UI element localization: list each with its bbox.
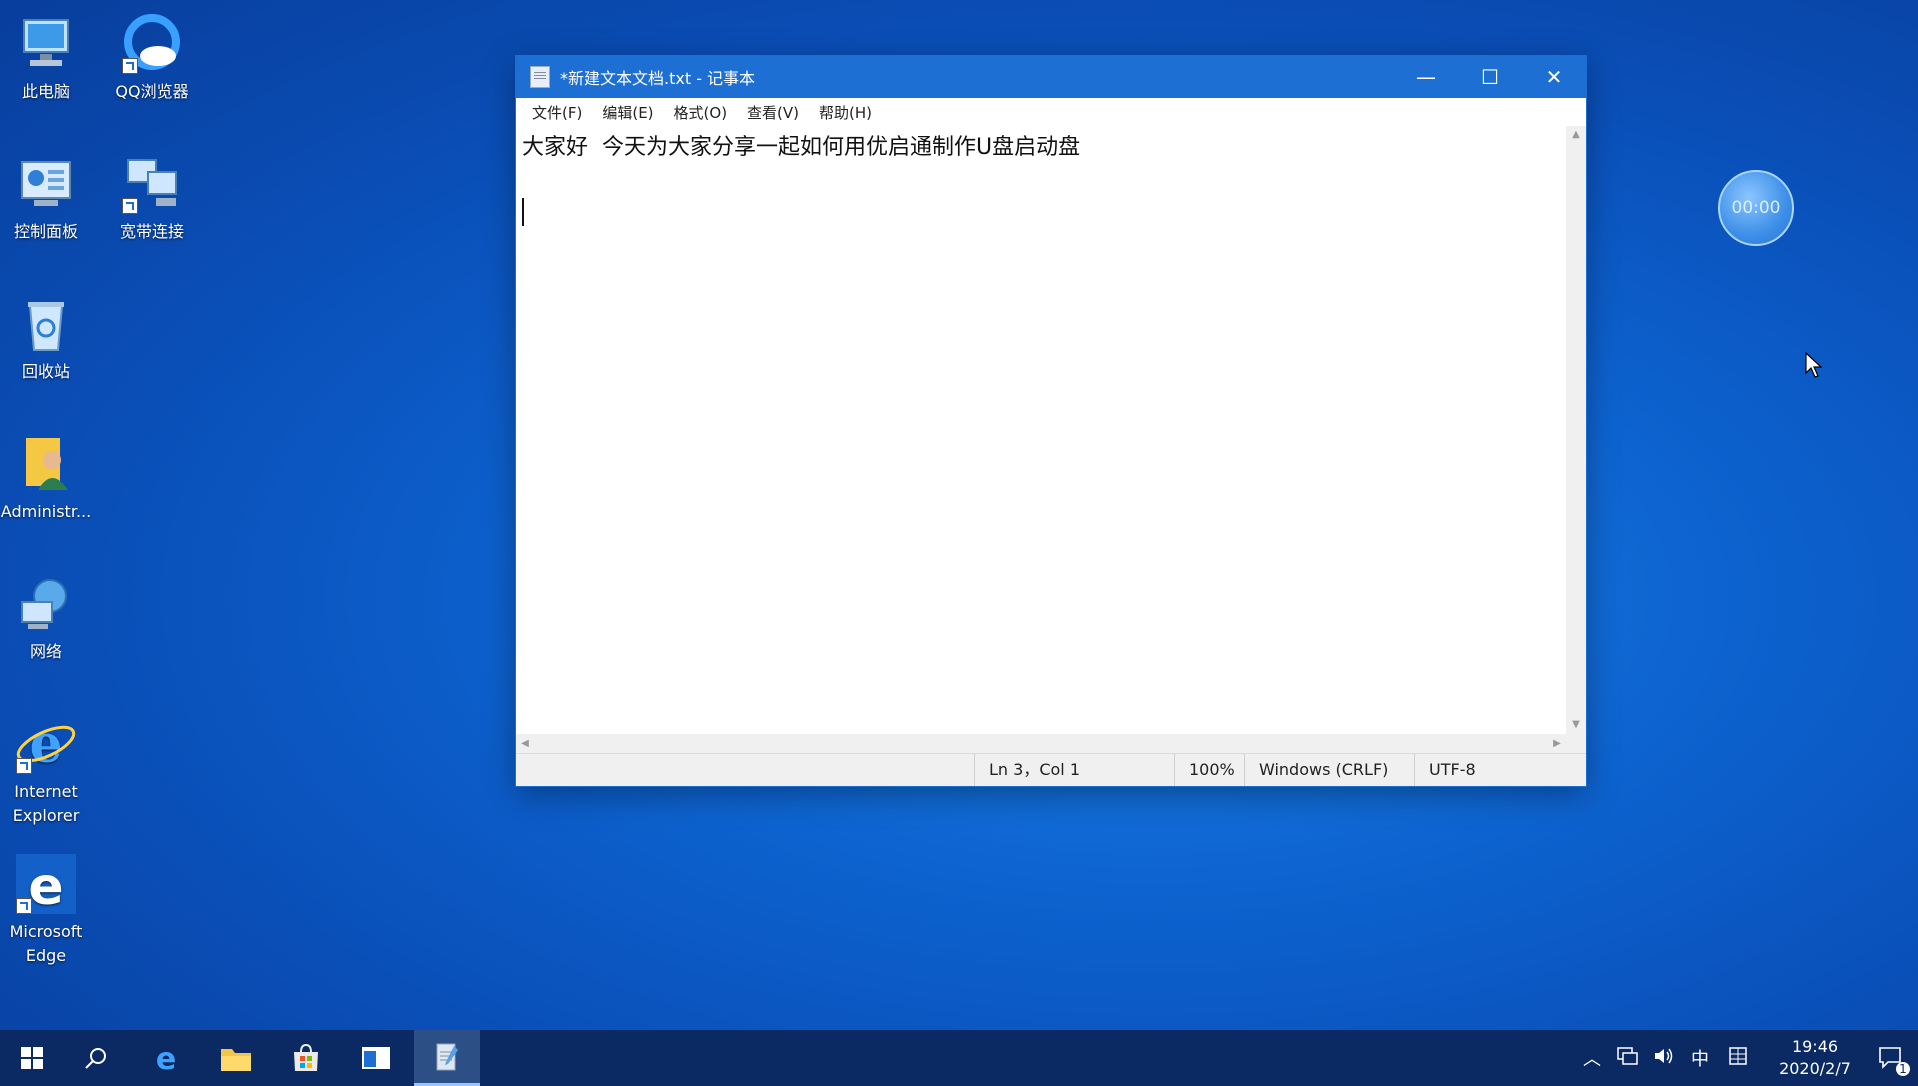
tray-network-icon[interactable] [1610, 1046, 1646, 1071]
maximize-button[interactable]: ☐ [1458, 56, 1522, 98]
status-line-ending: Windows (CRLF) [1244, 754, 1409, 786]
shortcut-arrow-icon [16, 758, 32, 774]
taskbar-store[interactable] [274, 1030, 338, 1086]
network-icon [14, 572, 78, 636]
notepad-icon [530, 66, 550, 88]
start-button[interactable] [0, 1030, 64, 1086]
search-icon [85, 1048, 106, 1069]
title-bar[interactable]: *新建文本文档.txt - 记事本 — ☐ ✕ [516, 56, 1586, 98]
timer-widget[interactable]: 00:00 [1718, 170, 1794, 246]
desktop-icon-network[interactable]: 网络 [0, 572, 96, 664]
minimize-button[interactable]: — [1394, 56, 1458, 98]
desktop-icon-recycle-bin[interactable]: 回收站 [0, 292, 96, 384]
taskbar-edge[interactable]: e [134, 1030, 198, 1086]
desktop-icon-label: Microsoft Edge [9, 922, 83, 965]
scroll-up-arrow-icon[interactable]: ▲ [1566, 126, 1586, 144]
edge-icon: e [14, 852, 78, 917]
clock-time: 19:46 [1791, 1037, 1839, 1056]
svg-text:e: e [29, 714, 62, 775]
close-button[interactable]: ✕ [1522, 56, 1586, 98]
window-app-icon [362, 1047, 390, 1069]
tray-keyboard-icon[interactable] [1718, 1046, 1758, 1071]
scroll-down-arrow-icon[interactable]: ▼ [1566, 716, 1586, 734]
svg-text:e: e [156, 1043, 176, 1073]
text-caret [522, 198, 524, 226]
text-editor[interactable]: 大家好 今天为大家分享一起如何用优启通制作U盘启动盘 [516, 126, 1566, 734]
menu-view[interactable]: 查看(V) [737, 102, 809, 123]
vertical-scrollbar[interactable]: ▲ ▼ [1566, 126, 1586, 734]
scrollbar-corner [1566, 734, 1586, 754]
windows-logo-icon [21, 1047, 43, 1069]
mouse-cursor-icon [1805, 351, 1823, 382]
status-cursor-position: Ln 3，Col 1 [974, 754, 1169, 786]
desktop-icon-internet-explorer[interactable]: e Internet Explorer [0, 712, 96, 828]
desktop-icon-qq-browser[interactable]: QQ浏览器 [102, 12, 202, 104]
menu-file[interactable]: 文件(F) [522, 102, 592, 123]
taskbar: e ︿ 中 19:46 2020/2/7 1 [0, 1030, 1918, 1086]
action-center-button[interactable]: 1 [1864, 1030, 1918, 1086]
tray-ime-indicator[interactable]: 中 [1682, 1045, 1718, 1071]
shortcut-arrow-icon [16, 898, 32, 914]
menu-format[interactable]: 格式(O) [664, 102, 738, 123]
tray-chevron-up-icon[interactable]: ︿ [1574, 1045, 1610, 1071]
menu-edit[interactable]: 编辑(E) [592, 102, 663, 123]
scroll-left-arrow-icon[interactable]: ◀ [516, 734, 534, 754]
desktop-icon-broadband[interactable]: 宽带连接 [102, 152, 202, 244]
computer-icon [14, 12, 78, 76]
qq-browser-icon [120, 12, 184, 76]
taskbar-clock[interactable]: 19:46 2020/2/7 [1770, 1036, 1860, 1080]
desktop-icon-label: 此电脑 [21, 82, 70, 101]
desktop-icon-administrator[interactable]: Administr... [0, 432, 96, 524]
status-encoding: UTF-8 [1414, 754, 1579, 786]
shortcut-arrow-icon [122, 198, 138, 214]
desktop-icon-label: QQ浏览器 [115, 82, 189, 101]
network-connection-icon [120, 152, 184, 216]
taskbar-file-explorer[interactable] [204, 1030, 268, 1086]
store-icon [294, 1043, 318, 1071]
internet-explorer-icon: e [14, 712, 78, 776]
notification-count: 1 [1896, 1062, 1910, 1076]
shortcut-arrow-icon [122, 58, 138, 74]
scroll-right-arrow-icon[interactable]: ▶ [1548, 734, 1566, 754]
menu-bar: 文件(F) 编辑(E) 格式(O) 查看(V) 帮助(H) [516, 98, 1586, 126]
folder-icon [221, 1049, 251, 1071]
desktop-icon-this-pc[interactable]: 此电脑 [0, 12, 96, 104]
desktop-icon-microsoft-edge[interactable]: e Microsoft Edge [0, 852, 96, 968]
text-line-1: 大家好 今天为大家分享一起如何用优启通制作U盘启动盘 [522, 135, 1081, 160]
status-zoom: 100% [1174, 754, 1249, 786]
taskbar-window-app[interactable] [344, 1030, 408, 1086]
desktop-icon-label: 回收站 [21, 362, 70, 381]
user-folder-icon [14, 432, 78, 496]
horizontal-scrollbar[interactable]: ◀ ▶ [516, 734, 1566, 754]
desktop-icon-label: 宽带连接 [119, 222, 184, 241]
control-panel-icon [14, 152, 78, 216]
desktop-icon-label: Administr... [0, 502, 92, 521]
desktop-icon-label: Internet Explorer [12, 782, 80, 825]
menu-help[interactable]: 帮助(H) [809, 102, 882, 123]
clock-date: 2020/2/7 [1779, 1059, 1851, 1078]
edge-icon: e [156, 1043, 176, 1073]
desktop-icon-control-panel[interactable]: 控制面板 [0, 152, 96, 244]
svg-text:e: e [28, 857, 63, 916]
status-bar: Ln 3，Col 1 100% Windows (CRLF) UTF-8 [516, 753, 1586, 786]
text-line-3 [522, 196, 1560, 228]
taskbar-notepad[interactable] [414, 1030, 480, 1086]
notepad-icon [436, 1043, 458, 1070]
desktop-icon-label: 网络 [29, 642, 62, 661]
text-line-2 [522, 164, 1560, 196]
tray-volume-icon[interactable] [1646, 1046, 1682, 1071]
search-button[interactable] [64, 1030, 128, 1086]
recycle-bin-icon [14, 292, 78, 356]
notepad-window: *新建文本文档.txt - 记事本 — ☐ ✕ 文件(F) 编辑(E) 格式(O… [516, 56, 1586, 786]
window-title: *新建文本文档.txt - 记事本 [560, 69, 756, 88]
desktop-icon-label: 控制面板 [13, 222, 78, 241]
